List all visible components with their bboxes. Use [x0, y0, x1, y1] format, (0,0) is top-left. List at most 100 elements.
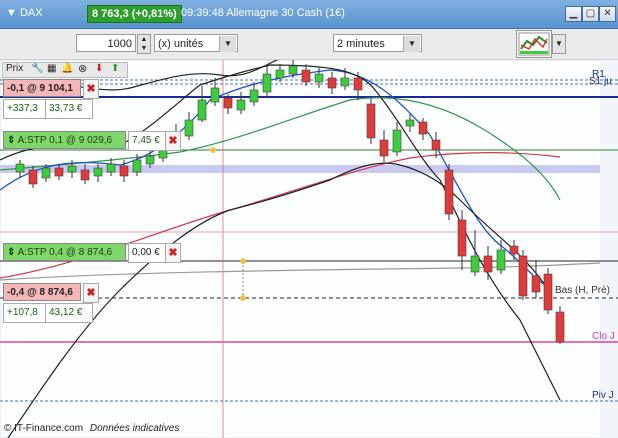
grid-icon[interactable]: ▦ [47, 63, 56, 74]
candle-body [431, 139, 441, 151]
candle-body [119, 165, 129, 177]
chart-toolbar: 1000 ▲ ▼ (x) unités ▼ 2 minutes ▼ ▼ [0, 29, 618, 60]
candle-body [457, 219, 467, 257]
candle-body [340, 77, 350, 87]
candle-body [353, 77, 363, 91]
zone-band [0, 165, 618, 173]
candle-body [93, 167, 103, 177]
interval-select-value: 2 minutes [337, 38, 385, 50]
pnl-euros: 33,73 € [45, 99, 93, 119]
candle-body [223, 97, 233, 109]
chevron-down-icon[interactable]: ▼ [219, 36, 236, 52]
wrench-icon[interactable]: 🔧 [31, 63, 43, 74]
anchor-point [210, 147, 216, 153]
candle-body [275, 69, 285, 79]
candle-body [470, 255, 480, 273]
window-title-bar: ▼ DAX 8 763,3 (+0,81%) 09:39:48 Allemagn… [0, 0, 618, 29]
candle-body [418, 121, 428, 135]
chart-type-icon [518, 32, 550, 56]
candle-body [405, 119, 415, 127]
s1-label: S1 ju [589, 76, 612, 87]
cancel-stop-button[interactable]: ✖ [165, 131, 181, 151]
data-note: Données indicatives [89, 423, 180, 434]
close-button[interactable]: ✕ [599, 6, 616, 22]
candle-body [496, 249, 506, 271]
candle-body [210, 87, 220, 103]
bollinger-upper-line [7, 162, 546, 438]
minimize-button[interactable]: ▁ [565, 6, 582, 22]
candle-body [236, 99, 246, 111]
candle-body [531, 275, 541, 293]
stop-value: 0,00 € [128, 243, 166, 263]
stop-order-text: A:STP 0,1 @ 9 029,6 [17, 135, 113, 146]
chart-footer: © IT-Finance.com Données indicatives [4, 423, 179, 434]
candle-body [509, 245, 519, 255]
candle-body [392, 129, 402, 153]
piv-label: Piv J [592, 390, 614, 401]
position-label-short[interactable]: -0,4 @ 8 874,6 [3, 283, 81, 301]
close-position-button[interactable]: ✖ [83, 79, 99, 99]
candle-body [288, 65, 298, 75]
candle-body [555, 311, 565, 343]
maximize-button[interactable]: ▢ [582, 6, 599, 22]
chart-panel-toolbar: Prix 🔧 ▦ 🔔 ⊗ ⬇ ⬆ [2, 62, 128, 78]
candle-body [184, 119, 194, 137]
candle-body [132, 159, 142, 173]
candle-body [80, 169, 90, 181]
candle-body [145, 155, 155, 165]
pnl-points: +107,8 [3, 303, 49, 323]
drag-handle-icon[interactable]: ⇕ [7, 247, 15, 258]
pnl-euros: 43,12 € [45, 303, 93, 323]
stop-value: 7,45 € [128, 131, 166, 151]
candle-body [106, 163, 116, 173]
quantity-input[interactable]: 1000 [76, 34, 136, 52]
anchor-point [240, 258, 246, 264]
candle-body [379, 139, 389, 157]
candle-body [262, 73, 272, 93]
candle-body [197, 99, 207, 121]
close-position-button[interactable]: ✖ [83, 283, 99, 303]
candle-body [41, 167, 51, 179]
candle-body [28, 169, 38, 185]
candle-body [15, 163, 25, 173]
candle-body [301, 69, 311, 83]
candle-body [366, 103, 376, 139]
position-label-short[interactable]: -0,1 @ 9 104,1 [3, 79, 81, 97]
copyright-text: © IT-Finance.com [4, 423, 84, 434]
arrow-up-icon[interactable]: ⬆ [111, 63, 119, 74]
anchor-point [240, 295, 246, 301]
instrument-menu[interactable]: ▼ DAX [6, 7, 43, 19]
stop-order-label[interactable]: ⇕ A:STP 0,1 @ 9 029,6 [3, 131, 126, 149]
candle-body [543, 273, 553, 311]
candle-body [314, 73, 324, 83]
candle-body [483, 255, 493, 273]
candle-body [67, 165, 77, 173]
candle-body [249, 89, 259, 103]
candle-body [444, 169, 454, 215]
drag-handle-icon[interactable]: ⇕ [7, 135, 15, 146]
cancel-stop-button[interactable]: ✖ [165, 243, 181, 263]
bell-icon[interactable]: 🔔 [61, 63, 73, 74]
candle-body [518, 255, 528, 297]
stop-order-text: A:STP 0,4 @ 8 874,6 [17, 247, 113, 258]
quantity-stepper[interactable]: ▲ ▼ [137, 34, 151, 54]
price-axis [600, 60, 618, 438]
candle-body [327, 77, 337, 89]
arrow-down-icon[interactable]: ⬇ [95, 63, 103, 74]
unit-select[interactable]: (x) unités ▼ [154, 34, 238, 52]
ma-flat-line [0, 262, 601, 281]
chevron-down-icon[interactable]: ▼ [403, 36, 420, 52]
chart-type-dropdown[interactable]: ▼ [552, 34, 566, 54]
close-circle-icon[interactable]: ⊗ [78, 62, 87, 75]
time-instrument-label: 09:39:48 Allemagne 30 Cash (1€) [181, 7, 345, 19]
stop-order-label[interactable]: ⇕ A:STP 0,4 @ 8 874,6 [3, 243, 126, 261]
clo-label: Clo J [592, 331, 615, 342]
panel-title: Prix [6, 63, 24, 74]
chart-type-button[interactable] [516, 30, 552, 58]
candle-body [54, 167, 64, 177]
price-change-badge: 8 763,3 (+0,81%) [87, 5, 182, 23]
bas-label: Bas (H, Pré) [555, 285, 611, 296]
interval-select[interactable]: 2 minutes ▼ [333, 34, 422, 52]
unit-select-value: (x) unités [158, 38, 204, 50]
pnl-points: +337,3 [3, 99, 49, 119]
